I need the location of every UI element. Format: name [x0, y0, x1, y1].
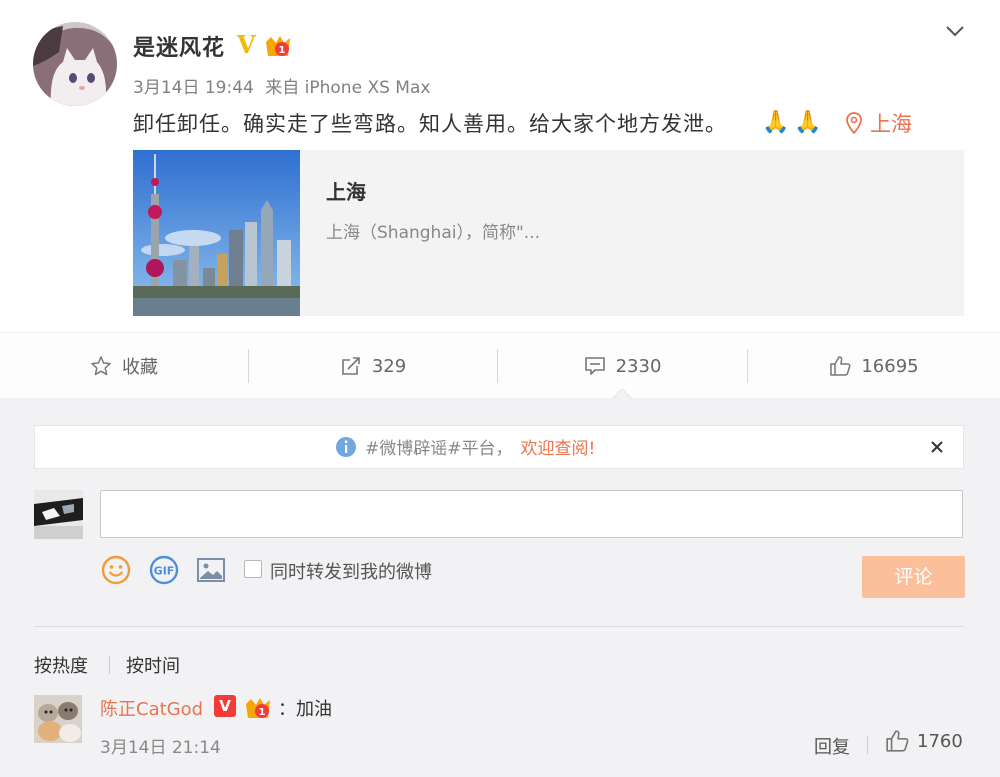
image-icon[interactable] — [195, 554, 227, 586]
crown-member-icon: 1 — [266, 36, 290, 56]
svg-text:GIF: GIF — [154, 565, 175, 578]
map-pin-icon — [846, 112, 862, 134]
favorite-label: 收藏 — [122, 357, 158, 378]
crown-level: 1 — [259, 707, 266, 718]
post-source: 来自 iPhone XS Max — [265, 78, 431, 98]
share-arrow-icon — [342, 357, 360, 375]
commenter-avatar[interactable] — [34, 695, 82, 743]
comment-like-button[interactable]: 1760 — [885, 729, 963, 753]
divider — [867, 736, 868, 754]
crown-level: 1 — [279, 45, 286, 56]
location-card[interactable]: 上海 上海（Shanghai），简称"... — [133, 150, 964, 316]
my-avatar[interactable] — [34, 490, 83, 539]
favorite-button[interactable]: 收藏 — [0, 333, 248, 399]
thumbs-up-icon — [830, 356, 851, 376]
comment-time[interactable]: 3月14日 21:14 — [100, 733, 221, 758]
location-link[interactable]: 上海 — [846, 108, 912, 138]
post: 是迷风花 V 1 3月14日 19:44 来自 iPhone XS Max 卸任… — [0, 0, 1000, 332]
verified-badge: V — [237, 30, 256, 59]
comment-count: 2330 — [615, 355, 662, 377]
comment-icon — [584, 357, 605, 375]
rumor-notice-banner: #微博辟谣#平台， 欢迎查阅! — [34, 425, 964, 469]
shanghai-skyline-image — [133, 150, 300, 316]
pray-emoji: 🙏 — [762, 110, 790, 135]
post-meta: 3月14日 19:44 来自 iPhone XS Max — [133, 73, 430, 98]
sort-by-time[interactable]: 按时间 — [126, 652, 180, 678]
repost-checkbox[interactable] — [244, 560, 262, 578]
commenter-name[interactable]: 陈正CatGod — [100, 695, 203, 721]
like-count: 16695 — [861, 355, 919, 377]
action-bar: 收藏 329 2330 16695 — [0, 332, 1000, 398]
close-icon[interactable] — [927, 437, 947, 457]
divider — [34, 626, 964, 627]
card-title: 上海 — [326, 180, 366, 204]
pray-emoji: 🙏 — [794, 110, 822, 135]
chevron-down-icon[interactable] — [942, 18, 968, 44]
notice-text: #微博辟谣#平台， — [365, 439, 513, 459]
repost-button[interactable]: 329 — [249, 333, 497, 399]
reply-button[interactable]: 回复 — [814, 733, 850, 759]
thumbs-up-icon — [886, 730, 909, 752]
like-button[interactable]: 16695 — [748, 333, 1000, 399]
notice-link[interactable]: 欢迎查阅! — [521, 434, 596, 459]
repost-count: 329 — [371, 355, 407, 377]
emoji-icon[interactable] — [100, 554, 132, 586]
location-label: 上海 — [870, 112, 912, 136]
verified-badge: V — [214, 695, 236, 717]
submit-comment-button[interactable]: 评论 — [862, 556, 965, 598]
info-icon — [336, 436, 356, 457]
repost-checkbox-label[interactable]: 同时转发到我的微博 — [270, 558, 432, 584]
comment-like-count: 1760 — [917, 730, 963, 752]
divider — [109, 656, 110, 674]
post-date[interactable]: 3月14日 19:44 — [133, 78, 254, 98]
comment-text: ：加油 — [278, 699, 332, 720]
card-description: 上海（Shanghai），简称"... — [326, 223, 540, 243]
star-icon — [91, 356, 111, 376]
username[interactable]: 是迷风花 — [133, 30, 225, 62]
notice-content: #微博辟谣#平台， 欢迎查阅! — [335, 434, 595, 459]
post-text: 卸任卸任。确实走了些弯路。知人善用。给大家个地方发泄。 — [133, 112, 727, 136]
caret-pointer — [612, 388, 632, 399]
sort-by-hot[interactable]: 按热度 — [34, 652, 88, 678]
comment-section: #微博辟谣#平台， 欢迎查阅! GIF 同时转发到我的微博 评论 按热度 按时间… — [0, 398, 1000, 777]
gif-icon[interactable]: GIF — [148, 554, 180, 586]
comment-input[interactable] — [100, 490, 963, 538]
crown-member-icon: 1 — [246, 698, 270, 718]
user-avatar[interactable] — [33, 22, 117, 106]
